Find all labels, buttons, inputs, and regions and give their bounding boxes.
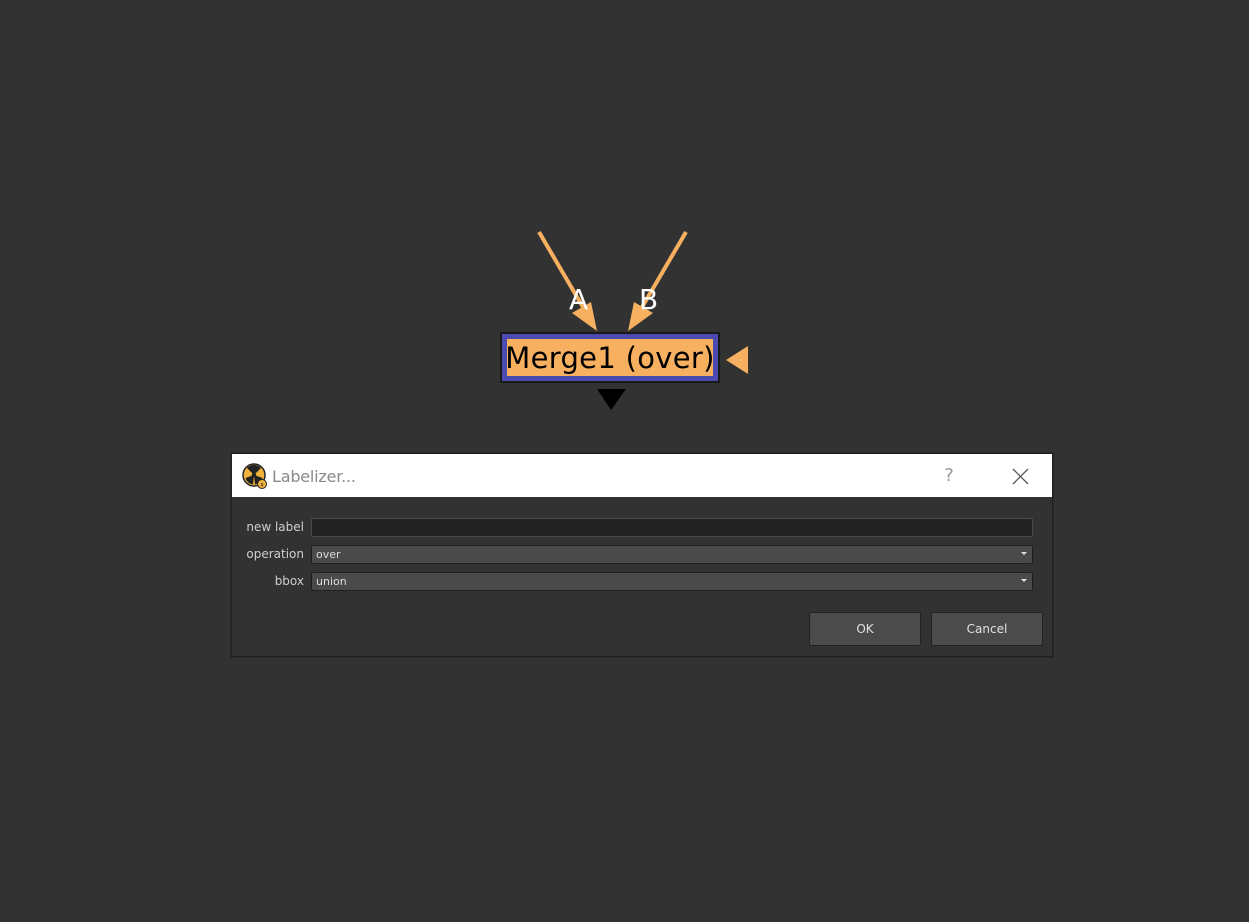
merge-node-label: Merge1 (over) [505,340,715,375]
nuke-app-icon: x [242,463,268,489]
close-icon [1012,468,1029,485]
operation-label: operation [246,547,304,561]
bbox-select[interactable]: union [311,572,1033,591]
svg-text:x: x [260,482,264,489]
bbox-value: union [316,575,347,588]
output-arrow [597,389,626,410]
mask-input-arrow [726,346,748,374]
operation-value: over [316,548,341,561]
merge-node-body[interactable]: Merge1 (over) [505,339,715,376]
input-a-label: A [569,283,589,316]
dialog-titlebar[interactable]: x Labelizer... ? [232,454,1052,497]
close-button[interactable] [1000,460,1040,492]
operation-select[interactable]: over [311,545,1033,564]
node-graph-canvas[interactable]: A B Merge1 (over) x Labelizer... ? new l… [0,0,1249,922]
new-label-label: new label [246,520,304,534]
cancel-button[interactable]: Cancel [931,612,1043,646]
bbox-label: bbox [274,574,304,588]
input-b-label: B [639,283,659,316]
chevron-down-icon [1021,552,1027,555]
help-button[interactable]: ? [932,462,966,490]
merge-node[interactable]: Merge1 (over) [500,332,720,383]
chevron-down-icon [1021,579,1027,582]
ok-button[interactable]: OK [809,612,921,646]
dialog-title: Labelizer... [272,467,356,486]
labelizer-dialog: x Labelizer... ? new label operation ove… [231,453,1053,657]
new-label-input[interactable] [311,518,1033,537]
